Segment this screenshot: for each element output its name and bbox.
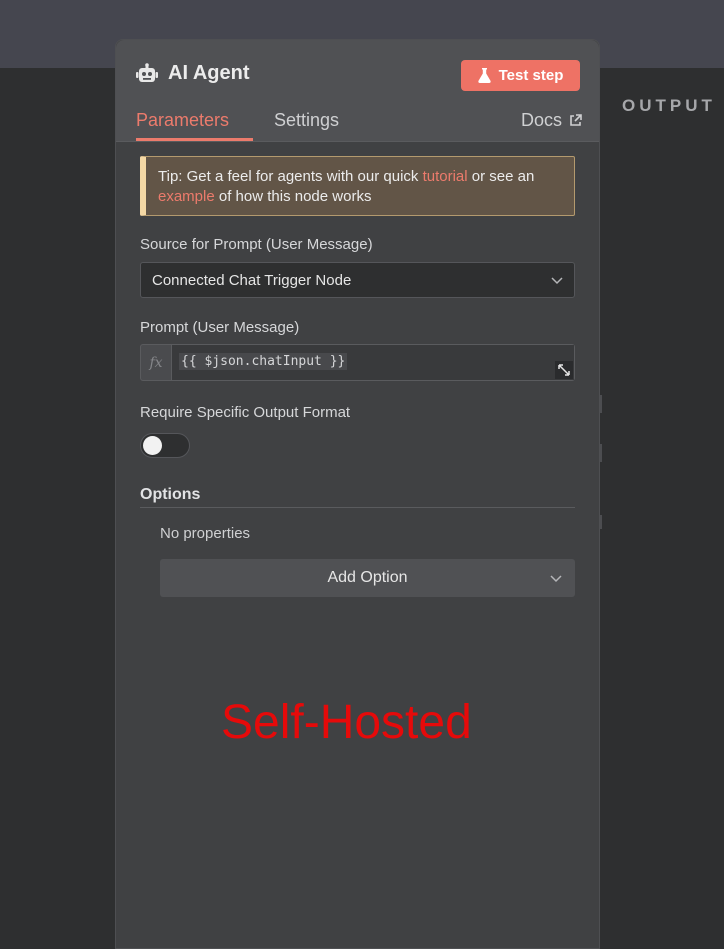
source-prompt-label: Source for Prompt (User Message) [140,236,373,253]
output-panel-label: OUTPUT [622,96,716,115]
tutorial-link[interactable]: tutorial [423,168,468,185]
node-title-row: AI Agent [136,62,249,85]
fx-icon: fx [149,354,163,371]
external-link-icon [570,114,582,126]
docs-label: Docs [521,110,563,130]
options-heading: Options [140,486,201,503]
tip-text: Tip: Get a feel for agents with our quic… [158,168,423,185]
canvas-divider [600,444,602,462]
tab-settings[interactable]: Settings [274,110,339,131]
panel-header: AI Agent Test step Parameters Settings D… [116,40,599,142]
prompt-input[interactable]: {{ $json.chatInput }} [171,345,574,380]
canvas-divider [600,395,602,413]
output-format-label: Require Specific Output Format [140,404,351,421]
test-step-button[interactable]: Test step [461,60,580,91]
tip-text: of how this node works [214,188,372,205]
add-option-button[interactable]: Add Option [160,559,575,597]
docs-link[interactable]: Docs [521,110,582,131]
flask-icon [477,68,491,83]
no-properties-text: No properties [160,525,251,542]
expand-editor-button[interactable] [555,361,573,379]
node-title: AI Agent [168,62,250,84]
prompt-expression: {{ $json.chatInput }} [179,353,348,370]
source-prompt-select[interactable]: Connected Chat Trigger Node [140,262,575,298]
tip-text: or see an [467,168,535,185]
source-prompt-value: Connected Chat Trigger Node [152,271,352,289]
tip-callout: Tip: Get a feel for agents with our quic… [140,156,575,216]
expand-icon [558,364,570,376]
toggle-knob [143,436,162,455]
add-option-label: Add Option [327,569,408,586]
output-format-toggle[interactable] [140,433,190,458]
prompt-expression-field[interactable]: fx {{ $json.chatInput }} [140,344,575,381]
active-tab-indicator [136,138,253,141]
chevron-down-icon [551,277,563,285]
canvas-divider [600,515,602,529]
example-link[interactable]: example [158,188,215,205]
options-divider [140,507,575,508]
robot-icon [136,62,158,82]
prompt-label: Prompt (User Message) [140,319,300,336]
self-hosted-watermark: Self-Hosted [221,696,472,749]
tab-parameters[interactable]: Parameters [136,110,229,131]
node-parameters-panel: AI Agent Test step Parameters Settings D… [115,39,600,949]
test-step-label: Test step [498,67,564,84]
chevron-down-icon [550,575,562,583]
